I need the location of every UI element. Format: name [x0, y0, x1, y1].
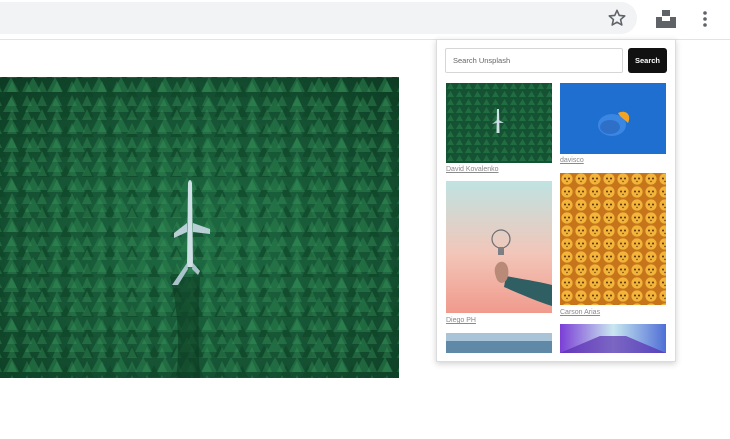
- star-icon: [607, 8, 627, 28]
- unsplash-extension-button[interactable]: [653, 7, 679, 31]
- photo-credit-link[interactable]: Diego PH: [446, 317, 476, 324]
- photo-credit-link[interactable]: Carson Arias: [560, 309, 600, 316]
- search-input[interactable]: [445, 48, 623, 73]
- unsplash-popup: Search David Kovalenko: [436, 39, 676, 362]
- browser-menu-button[interactable]: [697, 7, 713, 31]
- photo-credit-link[interactable]: David Kovalenko: [446, 166, 499, 173]
- photo-forest-airplane-thumbnail[interactable]: [446, 83, 552, 163]
- search-button[interactable]: Search: [628, 48, 667, 73]
- unsplash-extension-icon: [656, 10, 676, 28]
- photo-lightbulb-hand-thumbnail[interactable]: [446, 181, 552, 313]
- photo-neon-tunnel-thumbnail[interactable]: [560, 324, 666, 353]
- vertical-dots-icon: [703, 11, 707, 27]
- address-bar[interactable]: [0, 2, 637, 34]
- browser-toolbar: [0, 0, 730, 40]
- forest-image-art: [0, 77, 399, 378]
- bookmark-star-button[interactable]: [606, 7, 628, 29]
- photo-candy-skulls-thumbnail[interactable]: [560, 173, 666, 305]
- photo-credit-link[interactable]: davisco: [560, 157, 584, 164]
- photo-sea-thumbnail[interactable]: [446, 333, 552, 353]
- photo-orange-blue-thumbnail[interactable]: [560, 83, 666, 154]
- forest-with-airplane-photo: [0, 77, 399, 378]
